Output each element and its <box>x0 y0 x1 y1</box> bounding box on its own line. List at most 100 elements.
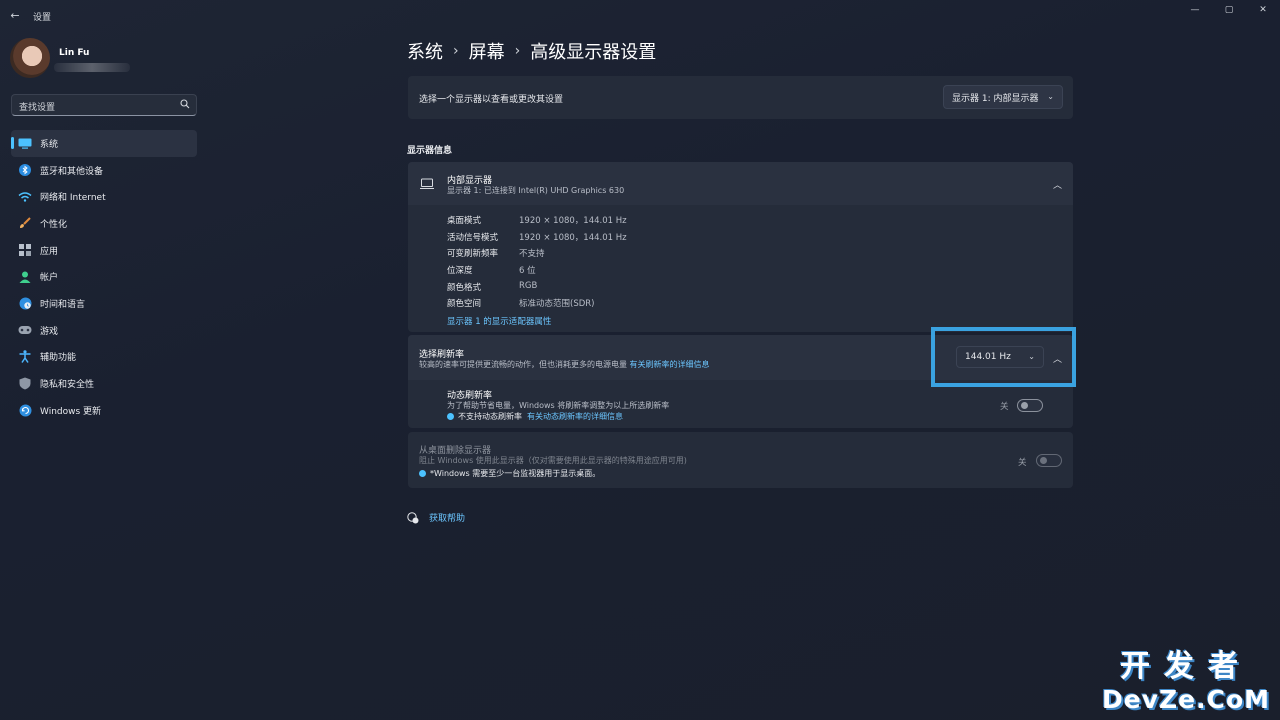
user-name: Lin Fu <box>59 48 90 58</box>
sidebar-item-label: 帐户 <box>40 273 59 284</box>
info-label: 颜色空间 <box>447 299 482 309</box>
sidebar-item-label: 个性化 <box>40 219 68 230</box>
dynamic-refresh-unsupported: 不支持动态刷新率 <box>458 412 522 421</box>
display-select-value: 显示器 1: 内部显示器 <box>952 93 1039 104</box>
toggle-knob <box>1021 402 1028 409</box>
dynamic-refresh-toggle-label: 关 <box>1000 402 1009 412</box>
breadcrumb-separator-icon: › <box>514 43 521 59</box>
watermark-bottom: DevZe.CoM <box>1102 685 1270 714</box>
search-placeholder: 查找设置 <box>19 103 56 113</box>
back-arrow-icon[interactable]: ← <box>8 9 22 23</box>
remove-display-note: *Windows 需要至少一台监视器用于显示桌面。 <box>419 468 600 479</box>
close-button[interactable]: ✕ <box>1246 0 1280 20</box>
laptop-icon <box>420 178 434 189</box>
search-input[interactable]: 查找设置 <box>11 94 197 116</box>
section-title-display-info: 显示器信息 <box>407 146 453 156</box>
sidebar-item-label: 蓝牙和其他设备 <box>40 166 104 177</box>
title-bar: ← 设置 — ▢ ✕ <box>0 0 1280 32</box>
remove-display-toggle-label: 关 <box>1018 458 1027 468</box>
sidebar-item-label: 应用 <box>40 246 59 257</box>
globe-icon <box>18 296 32 310</box>
sidebar-item-label: 系统 <box>40 139 59 150</box>
page-title: 高级显示器设置 <box>530 42 657 63</box>
breadcrumb-item-display[interactable]: 屏幕 <box>469 38 505 64</box>
sidebar-item-accessibility[interactable]: 辅助功能 <box>11 344 197 371</box>
remove-display-subtitle: 阻止 Windows 使用此显示器（仅对需要使用此显示器的特殊用途应用可用) <box>419 456 687 465</box>
sidebar-item-label: 网络和 Internet <box>40 193 106 204</box>
watermark-top: 开发者 <box>1120 649 1252 684</box>
sidebar-item-label: 隐私和安全性 <box>40 380 95 391</box>
system-icon <box>18 136 32 150</box>
sidebar-item-label: Windows 更新 <box>40 406 102 417</box>
chevron-up-icon[interactable]: ︿ <box>1053 178 1062 191</box>
watermark: 开发者 DevZe.CoM <box>1102 641 1270 714</box>
display-subtitle: 显示器 1: 已连接到 Intel(R) UHD Graphics 630 <box>447 186 625 195</box>
dynamic-refresh-info-link[interactable]: 有关动态刷新率的详细信息 <box>527 411 623 422</box>
get-help-link[interactable]: 获取帮助 <box>407 511 465 524</box>
sidebar-item-label: 辅助功能 <box>40 353 77 364</box>
toggle-knob <box>1040 457 1047 464</box>
account-icon <box>18 270 32 284</box>
dynamic-refresh-subtitle: 为了帮助节省电量，Windows 将刷新率调整为以上所选刷新率 <box>447 401 670 410</box>
accessibility-icon <box>18 350 32 364</box>
sidebar-item-label: 游戏 <box>40 326 59 337</box>
maximize-button[interactable]: ▢ <box>1212 0 1246 20</box>
refresh-rate-subtitle: 较高的速率可提供更流畅的动作，但也消耗更多的电源电量 有关刷新率的详细信息 <box>419 359 710 370</box>
dynamic-refresh-note: 不支持动态刷新率 有关动态刷新率的详细信息 <box>447 411 623 422</box>
info-label: 颜色格式 <box>447 283 482 293</box>
sidebar-item-accounts[interactable]: 帐户 <box>11 263 197 290</box>
apps-icon <box>18 243 32 257</box>
avatar <box>10 38 50 78</box>
bluetooth-icon <box>18 163 32 177</box>
dynamic-refresh-toggle[interactable] <box>1017 399 1043 412</box>
remove-display-note-text: *Windows 需要至少一台监视器用于显示桌面。 <box>430 469 601 478</box>
breadcrumb-separator-icon: › <box>453 43 459 59</box>
info-label: 位深度 <box>447 266 473 276</box>
display-info-header[interactable]: 内部显示器 显示器 1: 已连接到 Intel(R) UHD Graphics … <box>408 162 1073 205</box>
sidebar-nav: 系统 蓝牙和其他设备 网络和 Internet 个性化 应用 帐户 时间和语言 … <box>11 130 197 424</box>
remove-display-toggle[interactable] <box>1036 454 1062 467</box>
get-help-label: 获取帮助 <box>429 514 466 524</box>
info-label: 桌面模式 <box>447 216 482 226</box>
user-profile[interactable]: Lin Fu <box>10 38 200 80</box>
select-display-label: 选择一个显示器以查看或更改其设置 <box>419 95 564 105</box>
sidebar-item-gaming[interactable]: 游戏 <box>11 317 197 344</box>
app-title: 设置 <box>33 13 52 23</box>
refresh-rate-description: 较高的速率可提供更流畅的动作，但也消耗更多的电源电量 <box>419 360 627 369</box>
brush-icon <box>18 216 32 230</box>
info-icon <box>447 413 454 420</box>
sidebar-item-apps[interactable]: 应用 <box>11 237 197 264</box>
sidebar-item-label: 时间和语言 <box>40 299 86 310</box>
help-chat-icon <box>407 511 419 523</box>
user-email-blurred <box>54 63 130 72</box>
minimize-button[interactable]: — <box>1178 0 1212 20</box>
sidebar-item-personalization[interactable]: 个性化 <box>11 210 197 237</box>
sidebar-item-privacy[interactable]: 隐私和安全性 <box>11 370 197 397</box>
shield-icon <box>18 377 32 391</box>
adapter-properties-link[interactable]: 显示器 1 的显示适配器属性 <box>447 315 551 327</box>
sidebar-item-windows-update[interactable]: Windows 更新 <box>11 397 197 424</box>
chevron-down-icon: ⌄ <box>1047 92 1054 102</box>
breadcrumb-item-system[interactable]: 系统 <box>407 38 443 64</box>
window-controls: — ▢ ✕ <box>1178 0 1280 20</box>
highlight-box <box>931 327 1076 387</box>
display-select-dropdown[interactable]: 显示器 1: 内部显示器 ⌄ <box>943 85 1063 109</box>
info-label: 活动信号模式 <box>447 233 499 243</box>
info-value: 1920 × 1080，144.01 Hz <box>519 216 627 226</box>
refresh-rate-info-link[interactable]: 有关刷新率的详细信息 <box>630 360 710 369</box>
info-value: 标准动态范围(SDR) <box>519 299 595 309</box>
remove-display-card: 从桌面删除显示器 阻止 Windows 使用此显示器（仅对需要使用此显示器的特殊… <box>408 432 1073 488</box>
info-value: 1920 × 1080，144.01 Hz <box>519 233 627 243</box>
gamepad-icon <box>18 323 32 337</box>
sidebar-item-time-language[interactable]: 时间和语言 <box>11 290 197 317</box>
info-value: RGB <box>519 281 538 291</box>
network-icon <box>18 190 32 204</box>
sidebar-item-bluetooth[interactable]: 蓝牙和其他设备 <box>11 157 197 184</box>
display-info-card: 内部显示器 显示器 1: 已连接到 Intel(R) UHD Graphics … <box>408 162 1073 332</box>
sidebar-item-network[interactable]: 网络和 Internet <box>11 183 197 210</box>
info-value: 不支持 <box>519 249 545 259</box>
sidebar-item-system[interactable]: 系统 <box>11 130 197 157</box>
info-value: 6 位 <box>519 266 536 276</box>
info-icon <box>419 470 426 477</box>
select-display-card: 选择一个显示器以查看或更改其设置 显示器 1: 内部显示器 ⌄ <box>408 76 1073 119</box>
